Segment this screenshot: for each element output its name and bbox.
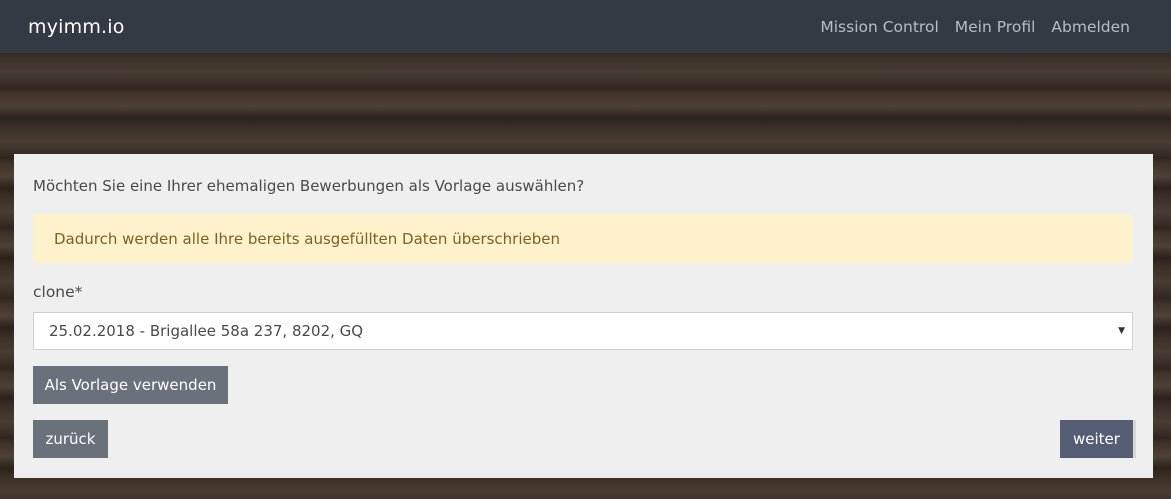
nav-link-mission-control[interactable]: Mission Control xyxy=(820,18,938,36)
top-navbar: myimm.io Mission Control Mein Profil Abm… xyxy=(0,0,1171,53)
nav-link-abmelden[interactable]: Abmelden xyxy=(1051,18,1130,36)
clone-field-label: clone* xyxy=(33,283,83,301)
brand-logo[interactable]: myimm.io xyxy=(28,16,125,38)
warning-alert: Dadurch werden alle Ihre bereits ausgefü… xyxy=(33,214,1133,263)
clone-select-value: 25.02.2018 - Brigallee 58a 237, 8202, GQ xyxy=(49,322,364,340)
alert-text: Dadurch werden alle Ihre bereits ausgefü… xyxy=(54,229,561,248)
nav-link-mein-profil[interactable]: Mein Profil xyxy=(955,18,1036,36)
next-button[interactable]: weiter xyxy=(1060,420,1133,458)
next-button-edge xyxy=(1133,420,1136,458)
nav-links: Mission Control Mein Profil Abmelden xyxy=(820,18,1130,36)
clone-select[interactable]: 25.02.2018 - Brigallee 58a 237, 8202, GQ… xyxy=(33,312,1133,350)
template-selection-panel: Möchten Sie eine Ihrer ehemaligen Bewerb… xyxy=(14,154,1153,478)
question-text: Möchten Sie eine Ihrer ehemaligen Bewerb… xyxy=(33,177,585,195)
use-as-template-button[interactable]: Als Vorlage verwenden xyxy=(33,366,228,404)
chevron-down-icon: ▼ xyxy=(1118,326,1125,336)
back-button[interactable]: zurück xyxy=(33,420,108,458)
